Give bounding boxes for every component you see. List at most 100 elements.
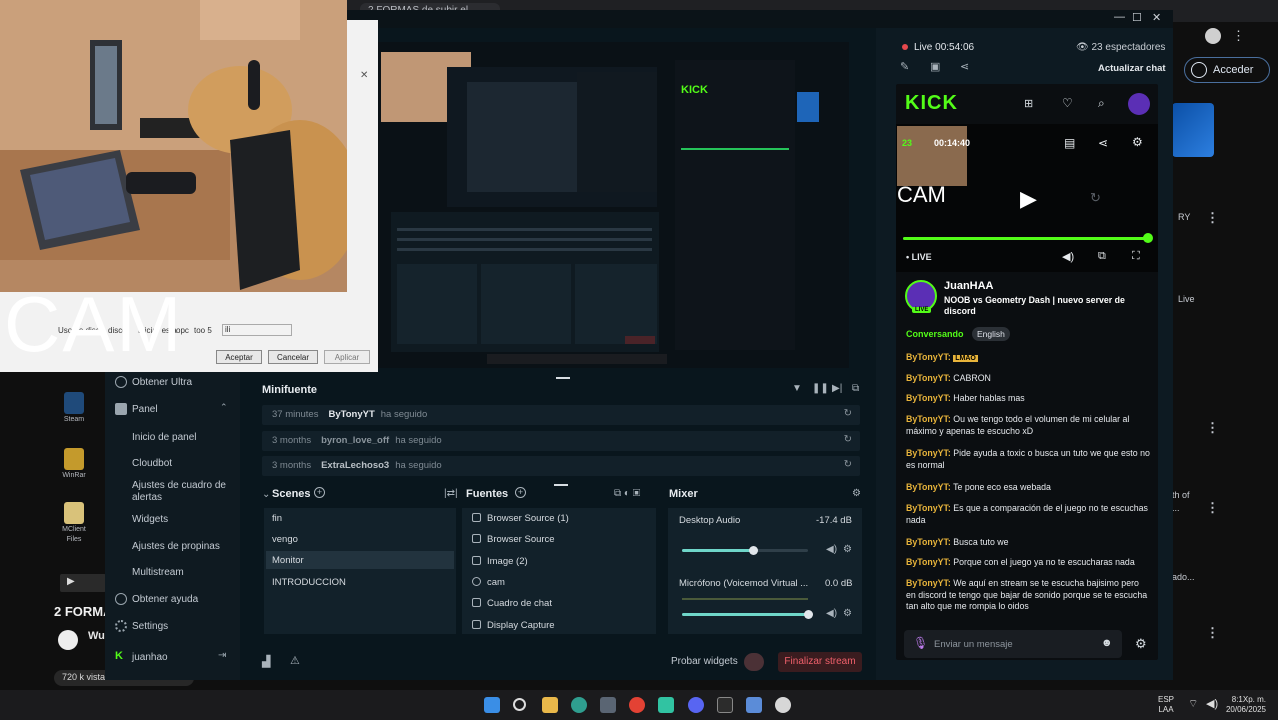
nav-item-widgets[interactable]: Widgets (132, 514, 168, 525)
gear-icon[interactable]: ⚙ (852, 488, 861, 499)
source-item[interactable]: cam (472, 577, 505, 588)
volume-slider-knob[interactable] (804, 610, 813, 619)
nav-item-multistream[interactable]: Multistream (132, 567, 184, 578)
profile-avatar-icon[interactable] (1205, 28, 1221, 44)
test-widgets-button[interactable]: Probar widgets (671, 656, 738, 667)
chat-username[interactable]: ByTonyYT: (906, 537, 951, 547)
clip-icon[interactable]: ▣ (930, 60, 940, 73)
logout-icon[interactable]: ⇥ (218, 650, 226, 661)
app-icon[interactable] (746, 697, 762, 713)
channel-name[interactable]: JuanHAA (944, 280, 994, 292)
gear-icon[interactable]: ⚙ (843, 608, 852, 619)
pip-icon[interactable]: ⧉ (1098, 250, 1106, 263)
search-icon[interactable] (513, 698, 526, 711)
chat-username[interactable]: ByTonyYT: (906, 373, 951, 383)
video-title[interactable]: 2 FORMA (54, 604, 113, 619)
source-item[interactable]: Browser Source (1) (472, 513, 569, 524)
fullscreen-icon[interactable]: ⛶ (1132, 250, 1140, 263)
clip-icon[interactable]: ▤ (1064, 136, 1075, 150)
store-icon[interactable] (600, 697, 616, 713)
scene-transition-icon[interactable]: |⇄| (444, 488, 458, 499)
chat-username[interactable]: ByTonyYT: (906, 414, 951, 424)
terminal-icon[interactable] (717, 697, 733, 713)
profile-avatar[interactable] (1128, 93, 1150, 115)
more-options-icon[interactable]: ⋮ (1206, 420, 1219, 436)
player-progress-knob[interactable] (1143, 233, 1153, 243)
close-icon[interactable]: ✕ (1152, 11, 1161, 24)
source-tools-icon[interactable]: ⧉ ◐ ▣ (614, 488, 640, 499)
chrome-icon[interactable] (629, 697, 645, 713)
start-icon[interactable] (484, 697, 500, 713)
language-tag[interactable]: English (972, 327, 1010, 341)
source-item[interactable]: Browser Source (472, 534, 555, 545)
volume-slider-knob[interactable] (748, 546, 758, 555)
source-item[interactable]: Image (2) (472, 556, 528, 567)
drag-handle[interactable] (556, 377, 570, 379)
edge-icon[interactable] (571, 697, 587, 713)
source-item[interactable]: Display Capture (472, 620, 555, 631)
nav-user[interactable]: juanhao (132, 652, 168, 663)
stream-category[interactable]: Conversando (906, 329, 964, 339)
refresh-chat-button[interactable]: Actualizar chat (1098, 63, 1166, 74)
maximize-icon[interactable]: ☐ (1132, 11, 1142, 24)
nav-item-tip-settings[interactable]: Ajustes de propinas (132, 541, 220, 552)
video-thumbnail[interactable] (1172, 103, 1214, 157)
heart-icon[interactable]: ♡ (1062, 96, 1073, 110)
steam-icon[interactable] (64, 392, 84, 414)
clock[interactable]: 8:1Xp. m. 20/06/2025 (1222, 695, 1266, 715)
alert-icon[interactable]: ⚠ (290, 654, 300, 667)
share-icon[interactable]: ⋖ (960, 60, 969, 73)
scene-item[interactable]: vengo (272, 534, 298, 545)
channel-avatar[interactable] (58, 630, 78, 650)
chat-username[interactable]: ByTonyYT: (906, 448, 951, 458)
microphone-icon[interactable]: 🎙 (913, 636, 928, 650)
dialog-apply-button[interactable]: Aplicar (324, 350, 370, 364)
play-icon[interactable]: ▶ (67, 576, 75, 587)
file-explorer-icon[interactable] (542, 697, 558, 713)
play-icon[interactable]: ▶ (1020, 186, 1037, 212)
chat-username[interactable]: ByTonyYT: (906, 482, 951, 492)
share-icon[interactable]: ⋖ (1098, 136, 1108, 150)
winrar-icon[interactable] (64, 448, 84, 470)
emoji-icon[interactable]: ☻ (1101, 637, 1113, 649)
scene-item[interactable]: fin (272, 513, 282, 524)
more-options-icon[interactable]: ⋮ (1232, 28, 1245, 44)
edit-icon[interactable]: ✎ (900, 60, 909, 73)
chevron-down-icon[interactable]: ⌄ (262, 489, 270, 500)
nav-item-cloudbot[interactable]: Cloudbot (132, 458, 172, 469)
dialog-dropdown[interactable]: ili (222, 324, 292, 336)
chevron-up-icon[interactable]: ⌃ (220, 402, 228, 413)
nav-item-dashboard-home[interactable]: Inicio de panel (132, 432, 197, 443)
nav-settings[interactable]: Settings (132, 621, 168, 632)
scene-item[interactable]: INTRODUCCION (272, 577, 346, 588)
scene-item-selected[interactable]: Monitor (266, 551, 454, 569)
nav-get-ultra[interactable]: Obtener Ultra (132, 377, 192, 388)
chat-username[interactable]: ByTonyYT: (906, 578, 951, 588)
feed-user[interactable]: byron_love_off (321, 435, 389, 446)
replay-icon[interactable]: ↻ (844, 408, 852, 419)
stats-icon[interactable]: ▟ (262, 655, 270, 668)
popout-icon[interactable]: ⧉ (852, 383, 859, 394)
stream-preview[interactable]: KICK (377, 42, 849, 368)
minimize-icon[interactable]: — (1114, 11, 1125, 23)
kick-logo[interactable]: KICK (905, 92, 958, 115)
source-item[interactable]: Cuadro de chat (472, 598, 552, 609)
nav-item-alert-box[interactable]: Ajustes de cuadro de alertas (132, 480, 232, 504)
filter-icon[interactable]: ▼ (792, 383, 802, 394)
gear-icon[interactable]: ⚙ (1135, 636, 1147, 652)
test-widgets-toggle[interactable] (744, 653, 764, 671)
pause-icon[interactable]: ❚❚ (812, 383, 829, 394)
volume-icon[interactable]: ◀) (1062, 250, 1074, 263)
dialog-ok-button[interactable]: Aceptar (216, 350, 262, 364)
skip-forward-icon[interactable]: ↻ (1090, 190, 1101, 206)
speaker-icon[interactable]: ◀) (826, 608, 837, 619)
nav-get-help[interactable]: Obtener ayuda (132, 594, 198, 605)
chat-username[interactable]: ByTonyYT: (906, 557, 951, 567)
add-scene-icon[interactable]: + (314, 487, 325, 498)
app-icon[interactable] (775, 697, 791, 713)
end-stream-button[interactable]: Finalizar stream (778, 652, 862, 672)
language-indicator[interactable]: ESP LAA (1158, 695, 1174, 715)
more-options-icon[interactable]: ⋮ (1206, 500, 1219, 516)
volume-icon[interactable]: ◀) (1206, 697, 1218, 710)
close-icon[interactable]: ✕ (360, 70, 368, 81)
